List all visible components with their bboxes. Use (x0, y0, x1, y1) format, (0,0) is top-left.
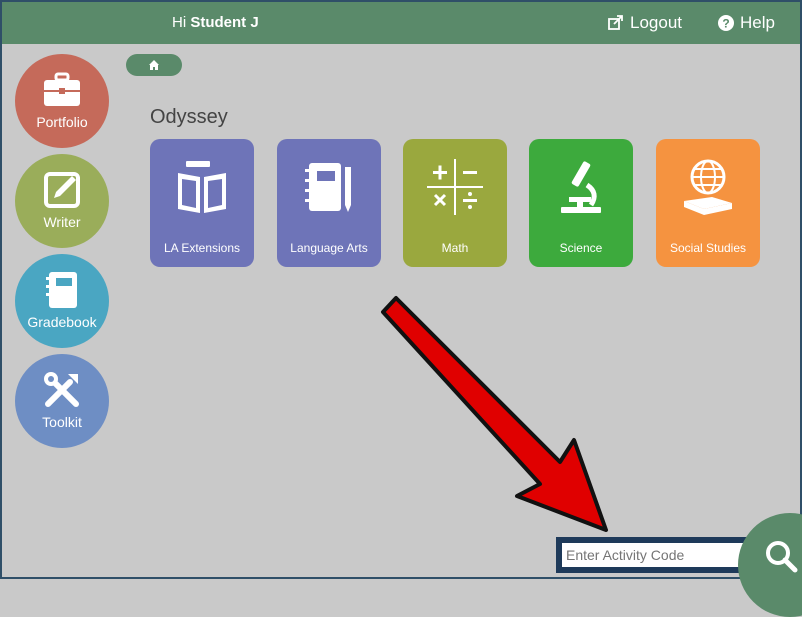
activity-code-input[interactable] (562, 543, 746, 567)
search-icon (766, 541, 798, 573)
red-arrow-annotation (381, 296, 608, 532)
activity-code-box (556, 537, 752, 573)
